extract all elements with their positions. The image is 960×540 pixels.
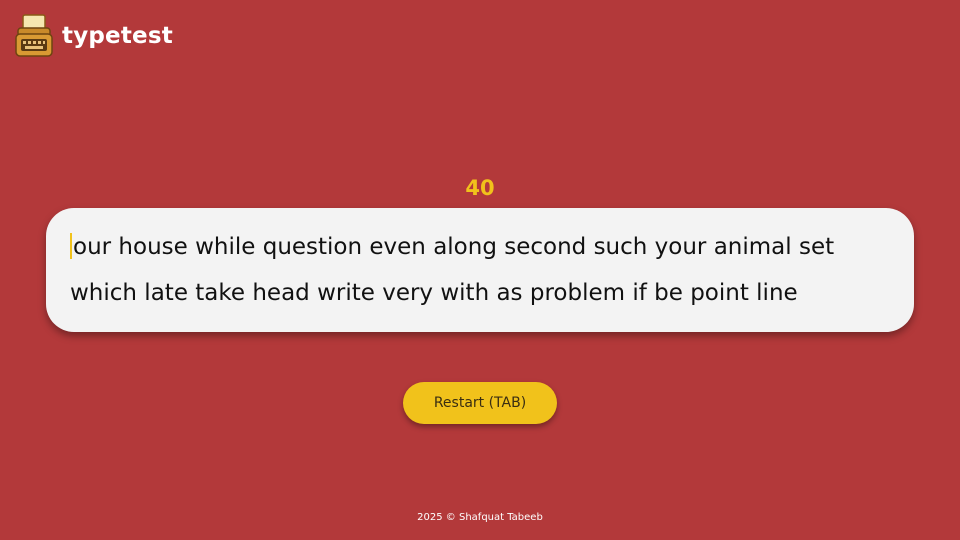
text-line-1-content: our house while question even along seco… (73, 234, 835, 260)
brand[interactable]: typetest (14, 14, 173, 58)
typewriter-icon (15, 14, 53, 57)
app-name: typetest (62, 23, 173, 49)
footer-copyright: 2025 © Shafquat Tabeeb (417, 512, 543, 523)
typing-caret (70, 233, 72, 259)
page: typetest 40 our house while question eve… (0, 0, 960, 540)
timer-countdown: 40 (465, 176, 495, 200)
text-line-2: which late take head write very with as … (70, 280, 798, 306)
typing-area[interactable]: our house while question even along seco… (46, 208, 914, 332)
text-line-1: our house while question even along seco… (70, 224, 890, 270)
restart-button[interactable]: Restart (TAB) (403, 382, 557, 424)
